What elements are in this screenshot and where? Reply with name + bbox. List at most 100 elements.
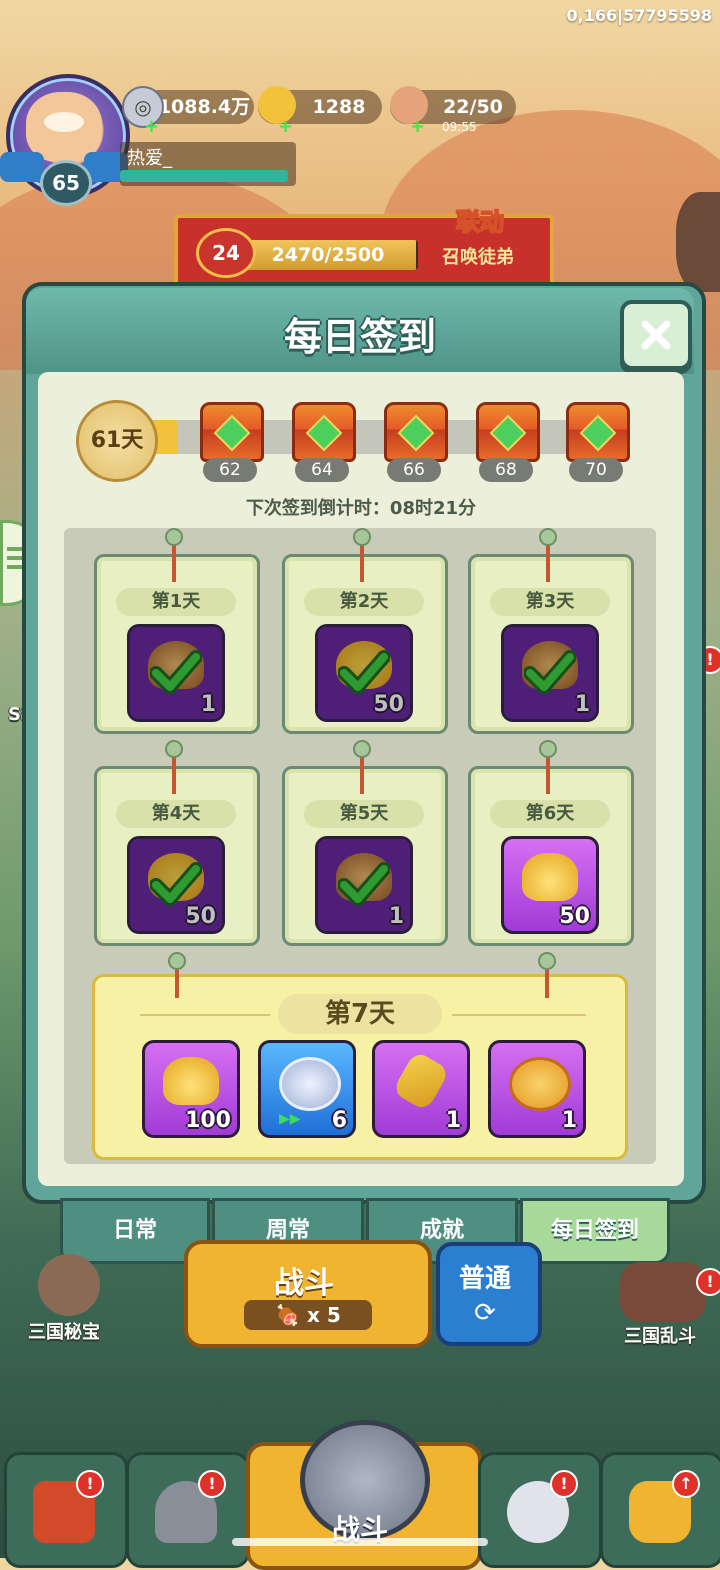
rope (360, 546, 364, 582)
day-label: 第3天 (490, 588, 610, 616)
milestone-label: 64 (295, 458, 349, 482)
banner-subtitle: 召唤徒弟 (442, 247, 514, 268)
check-icon (524, 650, 576, 694)
battle-button-label: 战斗 (274, 1266, 334, 1301)
decorative-line (452, 1014, 586, 1016)
banner-level-badge: 24 (196, 228, 256, 278)
gold-ingot-icon (522, 853, 578, 901)
melee-character-icon[interactable] (620, 1262, 706, 1322)
home-indicator[interactable] (232, 1538, 488, 1546)
battle-cost: 🍖 x 5 (244, 1300, 372, 1330)
milestone-label: 62 (203, 458, 257, 482)
reward-item[interactable]: 50 (315, 624, 413, 722)
player-exp-bar (120, 170, 288, 182)
reward-item[interactable]: 50 (501, 836, 599, 934)
rope (546, 758, 550, 794)
reward-quantity: 50 (559, 904, 590, 929)
treasure-character-icon[interactable] (38, 1254, 100, 1316)
avatar-face (44, 112, 84, 132)
food-icon (336, 853, 392, 901)
food-icon (522, 641, 578, 689)
medal-icon (509, 1057, 571, 1111)
rope-knob (353, 528, 371, 546)
reward-item[interactable]: 50 (127, 836, 225, 934)
melee-alert-badge: ! (696, 1268, 720, 1296)
check-icon (338, 650, 390, 694)
milestone-label: 66 (387, 458, 441, 482)
check-icon (150, 862, 202, 906)
meat-icon: 🍖 (275, 1303, 301, 1327)
nav-equipment[interactable] (126, 1452, 250, 1568)
check-icon (150, 650, 202, 694)
rope (360, 758, 364, 794)
rope (546, 546, 550, 582)
tab-daily-checkin[interactable]: 每日签到 (520, 1198, 670, 1264)
checkin-countdown: 下次签到倒计时：08时21分 (245, 498, 477, 519)
decorative-line (140, 1014, 270, 1016)
day-label: 第4天 (116, 800, 236, 828)
rope-knob (353, 740, 371, 758)
treasure-label[interactable]: 三国秘宝 (28, 1318, 100, 1344)
refresh-icon: ⟳ (474, 1298, 496, 1328)
day7-reward-item[interactable]: 100 (142, 1040, 240, 1138)
streak-days-badge: 61天 (76, 400, 158, 482)
nav-equipment-badge: ! (198, 1470, 226, 1498)
day-label: 第1天 (116, 588, 236, 616)
player-name: 热爱_ (127, 148, 172, 169)
milestone-label: 70 (569, 458, 623, 482)
stamina-timer: 09:55 (442, 120, 477, 134)
milestone-label: 68 (479, 458, 533, 482)
close-icon (641, 320, 671, 350)
banner-progress-text: 2470/2500 (271, 244, 385, 266)
panel-title: 每日签到 (283, 315, 436, 359)
silver-coin-icon (279, 1057, 341, 1111)
rope-knob (538, 952, 556, 970)
reward-quantity: 1 (388, 904, 404, 929)
melee-label[interactable]: 三国乱斗 (624, 1322, 696, 1348)
rope (172, 758, 176, 794)
key-icon (391, 1050, 451, 1112)
add-stamina-icon[interactable]: + (410, 118, 425, 136)
food-icon (148, 641, 204, 689)
nav-upgrade[interactable] (600, 1452, 720, 1568)
rope-knob (539, 740, 557, 758)
reward-quantity: 1 (574, 692, 590, 717)
rope-knob (168, 952, 186, 970)
day-label: 第6天 (490, 800, 610, 828)
day-label: 第5天 (304, 800, 424, 828)
reward-item[interactable]: 1 (501, 624, 599, 722)
close-button[interactable] (620, 300, 692, 370)
reward-item[interactable]: 1 (127, 624, 225, 722)
add-silver-icon[interactable]: + (144, 118, 159, 136)
nav-buildings-badge: ! (76, 1470, 104, 1498)
side-character-portrait[interactable] (676, 192, 720, 292)
reward-quantity: 1 (445, 1108, 461, 1133)
nav-upgrade-badge: ↑ (672, 1470, 700, 1498)
nav-heroes-badge: ! (550, 1470, 578, 1498)
player-level-badge: 65 (40, 160, 92, 206)
day-label: 第2天 (304, 588, 424, 616)
day7-reward-item[interactable]: 1 (372, 1040, 470, 1138)
rope-knob (165, 740, 183, 758)
reward-quantity: 50 (373, 692, 404, 717)
day7-reward-item[interactable]: 1 (488, 1040, 586, 1138)
rope (172, 546, 176, 582)
gold-ingot-icon (163, 1057, 219, 1105)
mode-button-label: 普通 (458, 1264, 511, 1294)
reward-quantity: 1 (200, 692, 216, 717)
reward-quantity: 50 (185, 904, 216, 929)
nav-buildings[interactable] (4, 1452, 128, 1568)
rope-knob (165, 528, 183, 546)
debug-id-text: 0,166|57795598 (566, 6, 712, 25)
avatar-wing-left (0, 152, 44, 182)
add-gold-icon[interactable]: + (278, 118, 293, 136)
rope-knob (539, 528, 557, 546)
reward-item[interactable]: 1 (315, 836, 413, 934)
reward-quantity: 6 (331, 1108, 347, 1133)
heart-icon (336, 641, 392, 689)
reward-quantity: 1 (561, 1108, 577, 1133)
banner-tag: 联动 (455, 207, 505, 237)
nav-heroes[interactable] (478, 1452, 602, 1568)
day7-label: 第7天 (278, 994, 442, 1034)
day7-reward-item[interactable]: ▶▶ 6 (258, 1040, 356, 1138)
